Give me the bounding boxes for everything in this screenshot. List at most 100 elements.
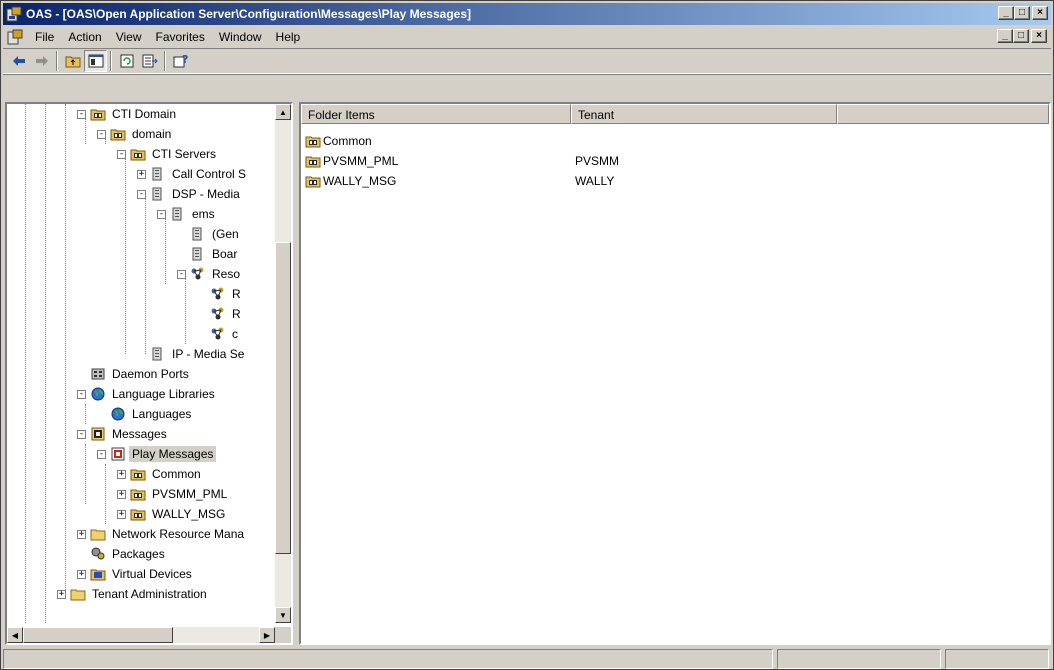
scroll-right-button[interactable]: ▶ xyxy=(259,627,275,643)
close-button[interactable]: × xyxy=(1032,6,1048,20)
collapse-toggle[interactable]: - xyxy=(97,129,106,139)
up-one-level-button[interactable] xyxy=(61,50,84,72)
forward-button[interactable] xyxy=(30,50,53,72)
child-close-button[interactable]: × xyxy=(1031,29,1047,43)
tree-item-messages[interactable]: - Messages xyxy=(77,424,170,444)
expand-toggle[interactable]: + xyxy=(57,589,66,599)
expand-toggle[interactable]: + xyxy=(117,489,126,499)
menu-help[interactable]: Help xyxy=(270,30,309,44)
tree-item-resource-2[interactable]: R xyxy=(210,304,244,324)
collapse-toggle[interactable]: - xyxy=(177,269,186,279)
tree-item-label: Daemon Ports xyxy=(112,367,189,381)
network-icon xyxy=(190,266,206,282)
expand-toggle[interactable]: + xyxy=(77,529,86,539)
tree-item-cti-domain[interactable]: - CTI Domain xyxy=(77,104,179,124)
tree-item-call-control[interactable]: + Call Control S xyxy=(137,164,249,184)
column-header-tenant[interactable]: Tenant xyxy=(571,104,837,124)
tree-item-network-resource[interactable]: + Network Resource Mana xyxy=(77,524,247,544)
list-item[interactable]: Common xyxy=(305,131,575,151)
tree-vertical-scrollbar[interactable]: ▲ ▼ xyxy=(275,104,291,623)
scroll-thumb[interactable] xyxy=(275,242,291,554)
back-button[interactable] xyxy=(7,50,30,72)
help-icon: ? xyxy=(173,53,188,68)
column-header-empty[interactable] xyxy=(837,104,1049,124)
menu-file[interactable]: File xyxy=(29,30,62,44)
tree-item-languages[interactable]: Languages xyxy=(110,404,194,424)
help-button[interactable]: ? xyxy=(169,50,192,72)
column-header-folder-items[interactable]: Folder Items xyxy=(301,104,571,124)
collapse-toggle[interactable]: - xyxy=(77,389,86,399)
tree-item-cti-servers[interactable]: - CTI Servers xyxy=(117,144,219,164)
tree-item-label: Virtual Devices xyxy=(112,567,192,581)
tree-item-play-messages[interactable]: - Play Messages xyxy=(97,444,217,464)
tree-item-label: Network Resource Mana xyxy=(112,527,245,541)
scroll-thumb[interactable] xyxy=(23,627,173,643)
child-restore-button[interactable]: □ xyxy=(1013,29,1029,43)
refresh-button[interactable] xyxy=(115,50,138,72)
minimize-button[interactable]: _ xyxy=(998,6,1014,20)
collapse-toggle[interactable]: - xyxy=(97,449,106,459)
toolbar-separator xyxy=(56,51,58,71)
show-hide-tree-button[interactable] xyxy=(84,50,107,72)
expand-toggle[interactable]: + xyxy=(137,169,146,179)
export-list-button[interactable] xyxy=(138,50,161,72)
folder-icon xyxy=(305,153,321,169)
result-list[interactable]: Folder Items Tenant Common PVSMM_PML PVS… xyxy=(299,102,1051,645)
folder-icon xyxy=(90,106,106,122)
tree-item-virtual-devices[interactable]: + Virtual Devices xyxy=(77,564,195,584)
tree-item-ip-media[interactable]: IP - Media Se xyxy=(150,344,247,364)
scroll-left-button[interactable]: ◀ xyxy=(7,627,23,643)
menu-favorites[interactable]: Favorites xyxy=(150,30,213,44)
maximize-button[interactable]: □ xyxy=(1014,6,1030,20)
tree-item-dsp-media[interactable]: - DSP - Media xyxy=(137,184,243,204)
expand-toggle[interactable]: + xyxy=(117,509,126,519)
tree-item-tenant-administration[interactable]: + Tenant Administration xyxy=(57,584,210,604)
tree-item-packages[interactable]: Packages xyxy=(90,544,168,564)
virtual-devices-icon xyxy=(90,566,106,582)
status-bar xyxy=(3,649,1051,669)
folder-icon xyxy=(70,586,86,602)
tree-item-common[interactable]: + Common xyxy=(117,464,204,484)
expand-toggle[interactable]: + xyxy=(117,469,126,479)
svg-text:?: ? xyxy=(182,53,188,66)
tree-item-wally-msg[interactable]: + WALLY_MSG xyxy=(117,504,228,524)
collapse-toggle[interactable]: - xyxy=(157,209,166,219)
scroll-up-button[interactable]: ▲ xyxy=(275,104,291,120)
expand-toggle[interactable]: + xyxy=(77,569,86,579)
collapse-toggle[interactable]: - xyxy=(77,109,86,119)
tree-item-label: CTI Domain xyxy=(112,107,177,121)
tree-item-resource-1[interactable]: R xyxy=(210,284,244,304)
console-tree[interactable]: - CTI Domain - domain - CTI Servers + Ca… xyxy=(5,102,293,645)
scroll-down-button[interactable]: ▼ xyxy=(275,607,291,623)
tree-item-general[interactable]: (Gen xyxy=(190,224,242,244)
list-item[interactable]: PVSMM_PML PVSMM xyxy=(305,151,619,171)
menu-view[interactable]: View xyxy=(110,30,150,44)
server-icon xyxy=(150,166,166,182)
tree-item-domain[interactable]: - domain xyxy=(97,124,174,144)
list-item[interactable]: WALLY_MSG WALLY xyxy=(305,171,614,191)
title-bar[interactable]: OAS - [OAS\Open Application Server\Confi… xyxy=(3,3,1051,25)
menu-action[interactable]: Action xyxy=(62,30,109,44)
tree-item-label: DSP - Media xyxy=(172,187,240,201)
child-minimize-button[interactable]: _ xyxy=(997,29,1013,43)
tree-item-daemon-ports[interactable]: Daemon Ports xyxy=(90,364,192,384)
tree-item-boards[interactable]: Boar xyxy=(190,244,240,264)
menu-window[interactable]: Window xyxy=(213,30,270,44)
tree-item-resource-3[interactable]: c xyxy=(210,324,241,344)
toolbar-separator xyxy=(164,51,166,71)
tree-item-language-libraries[interactable]: - Language Libraries xyxy=(77,384,218,404)
tree-item-ems[interactable]: - ems xyxy=(157,204,218,224)
document-icon[interactable] xyxy=(7,29,23,45)
tree-connector xyxy=(85,444,86,504)
up-folder-icon xyxy=(65,56,80,68)
tree-item-pvsmm-pml[interactable]: + PVSMM_PML xyxy=(117,484,230,504)
show-tree-icon xyxy=(88,54,103,68)
collapse-toggle[interactable]: - xyxy=(77,429,86,439)
network-icon xyxy=(210,326,226,342)
collapse-toggle[interactable]: - xyxy=(117,149,126,159)
collapse-toggle[interactable]: - xyxy=(137,189,146,199)
tree-horizontal-scrollbar[interactable]: ◀ ▶ xyxy=(7,627,275,643)
tree-item-resources[interactable]: - Reso xyxy=(177,264,243,284)
tree-connector xyxy=(65,104,66,594)
folder-icon xyxy=(305,133,321,149)
